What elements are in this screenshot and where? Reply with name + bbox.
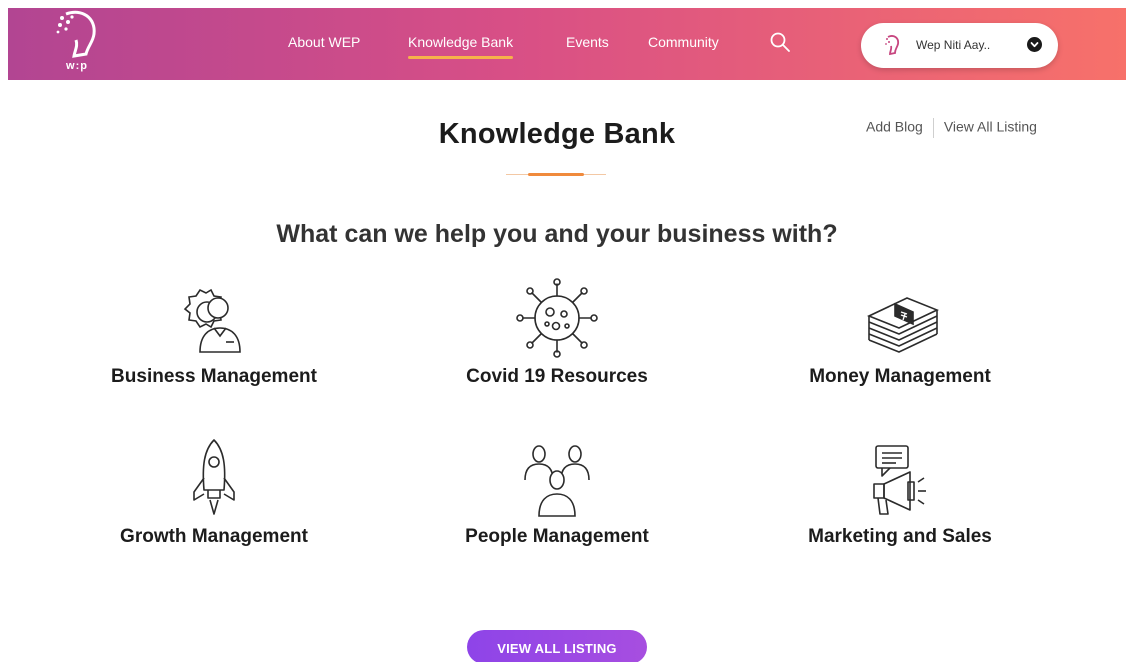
view-all-listing-link[interactable]: View All Listing — [944, 119, 1037, 135]
nav-knowledge-bank[interactable]: Knowledge Bank — [408, 34, 514, 59]
covid-virus-icon — [516, 278, 598, 358]
category-money-management[interactable]: Money Management — [750, 284, 1050, 388]
logo-text: w:p — [66, 60, 88, 72]
rocket-icon — [193, 439, 235, 515]
page-subtitle: What can we help you and your business w… — [276, 220, 838, 248]
category-growth-management[interactable]: Growth Management — [64, 436, 364, 548]
search-icon[interactable] — [768, 30, 792, 54]
category-label: Growth Management — [120, 526, 308, 547]
category-label: People Management — [465, 526, 649, 547]
category-label: Marketing and Sales — [808, 526, 992, 547]
category-label: Business Management — [111, 366, 317, 387]
chevron-down-icon[interactable] — [1027, 37, 1042, 52]
nav-community[interactable]: Community — [648, 34, 719, 50]
top-navbar: w:p About WEP Knowledge Bank Events Comm… — [8, 8, 1126, 80]
logo-head-icon — [56, 10, 96, 58]
category-covid-19-resources[interactable]: Covid 19 Resources — [407, 276, 707, 388]
business-management-icon — [183, 288, 241, 353]
view-all-listing-button[interactable]: VIEW ALL LISTING — [467, 630, 647, 662]
nav-about-wep[interactable]: About WEP — [288, 34, 360, 50]
user-menu[interactable]: Wep Niti Aay.. — [861, 23, 1058, 68]
title-underline — [506, 173, 606, 176]
category-people-management[interactable]: People Management — [407, 440, 707, 548]
wep-logo[interactable]: w:p — [52, 10, 102, 76]
category-marketing-and-sales[interactable]: Marketing and Sales — [750, 440, 1050, 548]
add-blog-link[interactable]: Add Blog — [866, 119, 923, 135]
people-icon — [524, 445, 590, 517]
category-label: Money Management — [809, 366, 991, 387]
nav-events[interactable]: Events — [566, 34, 609, 50]
top-links: Add Blog View All Listing — [866, 118, 1037, 138]
link-divider — [932, 118, 934, 138]
category-label: Covid 19 Resources — [466, 366, 648, 387]
user-avatar-icon — [885, 35, 900, 56]
user-name: Wep Niti Aay.. — [916, 38, 991, 52]
category-business-management[interactable]: Business Management — [64, 284, 364, 388]
megaphone-icon — [873, 445, 926, 515]
money-stack-icon — [867, 297, 939, 353]
